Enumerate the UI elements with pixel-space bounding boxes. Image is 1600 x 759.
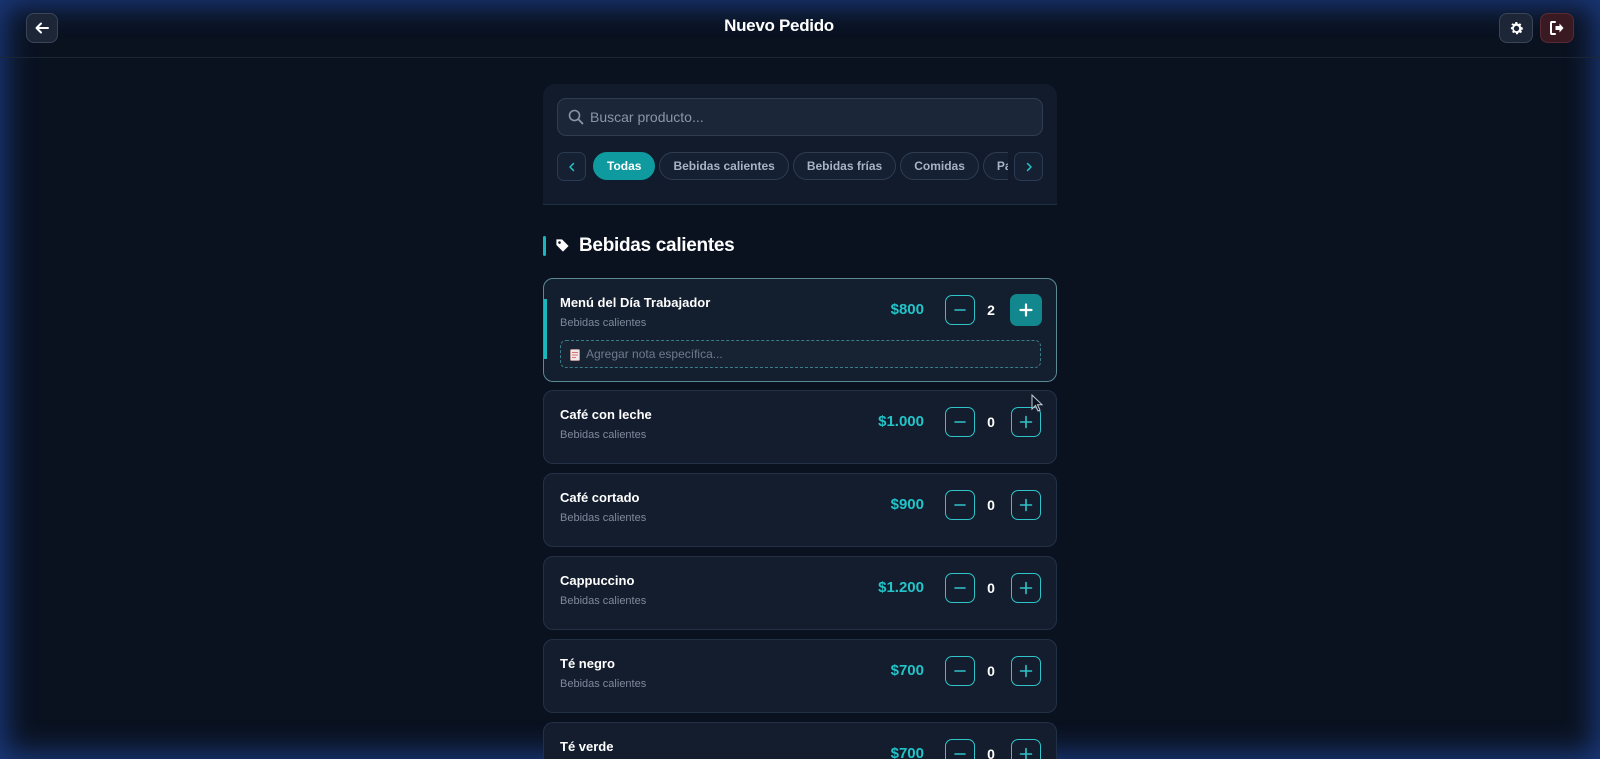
logout-button[interactable] (1540, 13, 1574, 43)
top-header: Nuevo Pedido (0, 0, 1600, 58)
section-heading: Bebidas calientes (543, 234, 1057, 258)
category-chip-panaderia[interactable]: Panaderia (982, 152, 1008, 180)
quantity-value: 0 (987, 746, 995, 759)
gear-icon (1510, 21, 1523, 34)
product-name: Café cortado (560, 490, 640, 505)
quantity-value: 0 (987, 414, 995, 430)
category-scroll-right-button[interactable] (1014, 152, 1043, 181)
product-card[interactable]: Té negro Bebidas calientes $700 0 (543, 639, 1057, 713)
product-category: Bebidas calientes (560, 595, 647, 607)
quantity-value: 0 (987, 580, 995, 596)
quantity-value: 2 (987, 302, 995, 318)
minus-icon (954, 753, 966, 755)
plus-icon (1019, 581, 1033, 595)
decrease-quantity-button[interactable] (945, 573, 975, 603)
category-chip-todas[interactable]: Todas (593, 152, 656, 180)
product-card[interactable]: Cappuccino Bebidas calientes $1.200 0 (543, 556, 1057, 630)
product-category: Bebidas calientes (560, 317, 647, 329)
decrease-quantity-button[interactable] (945, 407, 975, 437)
product-price: $900 (890, 496, 924, 513)
decrease-quantity-button[interactable] (945, 739, 975, 759)
note-field (560, 340, 1041, 368)
minus-icon (954, 587, 966, 589)
product-card[interactable]: Té verde $700 0 (543, 722, 1057, 759)
search-panel: TodasBebidas calientesBebidas fríasComid… (543, 84, 1057, 205)
product-price: $700 (890, 745, 924, 759)
product-category: Bebidas calientes (560, 678, 647, 690)
category-chip-bebidas-calientes[interactable]: Bebidas calientes (659, 152, 789, 180)
product-category: Bebidas calientes (560, 512, 647, 524)
category-scroll-left-button[interactable] (557, 152, 586, 181)
search-input[interactable] (590, 99, 1030, 135)
chevron-left-icon (568, 162, 574, 171)
quantity-value: 0 (987, 663, 995, 679)
product-price: $800 (890, 301, 924, 318)
minus-icon (954, 421, 966, 423)
page-title: Nuevo Pedido (724, 16, 834, 35)
product-price: $1.200 (878, 579, 924, 596)
increase-quantity-button[interactable] (1011, 739, 1041, 759)
plus-icon (1019, 664, 1033, 678)
plus-icon (1019, 498, 1033, 512)
product-price: $700 (890, 662, 924, 679)
decrease-quantity-button[interactable] (945, 656, 975, 686)
product-card[interactable]: Menú del Día Trabajador Bebidas caliente… (543, 278, 1057, 382)
category-bar: Todas Bebidas calientes Bebidas frías Comid… (557, 152, 1043, 182)
search-box (557, 98, 1043, 136)
product-name: Cappuccino (560, 573, 635, 588)
selected-accent-bar (544, 299, 547, 359)
app-frame: Nuevo Pedido Buscar producto... Todas Be… (0, 0, 1600, 759)
tag-icon (556, 239, 569, 252)
product-price: $1.000 (878, 413, 924, 430)
product-card[interactable]: Café con leche Bebidas calientes $1.000 … (543, 390, 1057, 464)
product-category: Bebidas calientes (560, 429, 647, 441)
plus-icon (1019, 747, 1033, 759)
product-name: Té negro (560, 656, 615, 671)
settings-button[interactable] (1499, 13, 1533, 43)
plus-icon (1019, 303, 1033, 317)
product-name: Té verde (560, 739, 614, 754)
category-chip-comidas[interactable]: Comidas (900, 152, 979, 180)
product-card[interactable]: Café cortado Bebidas calientes $900 0 (543, 473, 1057, 547)
note-input[interactable] (586, 341, 1036, 367)
increase-quantity-button[interactable] (1011, 656, 1041, 686)
increase-quantity-button[interactable] (1011, 490, 1041, 520)
minus-icon (954, 670, 966, 672)
increase-quantity-button[interactable] (1011, 573, 1041, 603)
minus-icon (954, 309, 966, 311)
mouse-cursor-icon (1031, 394, 1043, 412)
section-accent-bar (543, 236, 546, 256)
plus-icon (1019, 415, 1033, 429)
decrease-quantity-button[interactable] (945, 295, 975, 325)
increase-quantity-button[interactable] (1010, 294, 1042, 326)
memo-icon (570, 349, 580, 361)
product-name: Café con leche (560, 407, 652, 422)
minus-icon (954, 504, 966, 506)
chevron-right-icon (1026, 162, 1032, 171)
logout-icon (1550, 21, 1564, 35)
quantity-value: 0 (987, 497, 995, 513)
decrease-quantity-button[interactable] (945, 490, 975, 520)
search-icon (568, 109, 584, 125)
product-name: Menú del Día Trabajador (560, 295, 711, 310)
section-title: Bebidas calientes (579, 235, 735, 256)
category-chips: Todas Bebidas calientes Bebidas frías Comid… (593, 152, 1008, 181)
category-chip-bebidas-frias[interactable]: Bebidas frías (792, 152, 897, 180)
